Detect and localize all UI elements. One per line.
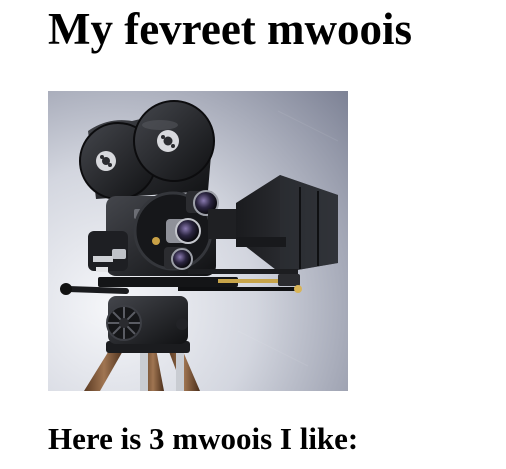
- page: My fevreet mwoois Here is 3 mwoois I lik…: [0, 0, 506, 469]
- lens-bottom-icon: [164, 247, 193, 270]
- tripod-head: [106, 296, 188, 344]
- movie-camera-illustration: [48, 91, 348, 391]
- lens-middle-icon: [166, 218, 201, 244]
- page-title: My fevreet mwoois: [48, 4, 413, 54]
- movie-camera-image: [48, 91, 348, 391]
- list-heading: Here is 3 mwoois I like:: [48, 421, 359, 456]
